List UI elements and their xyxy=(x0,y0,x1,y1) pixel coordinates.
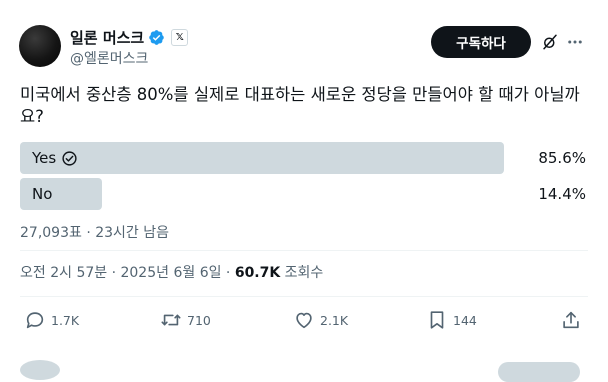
bookmark-button[interactable]: 144 xyxy=(426,309,477,331)
divider xyxy=(20,296,588,297)
poll-option-label: No xyxy=(32,185,53,203)
views-label: 조회수 xyxy=(280,265,324,281)
grok-icon[interactable] xyxy=(541,33,559,51)
poll-option-yes: Yes 85.6% xyxy=(20,142,586,174)
poll-percent-no: 14.4% xyxy=(538,185,586,203)
repost-icon xyxy=(161,314,181,326)
like-count: 2.1K xyxy=(320,312,349,328)
more-options-icon[interactable] xyxy=(566,33,584,51)
affiliate-badge-icon[interactable]: 𝕏 xyxy=(171,29,189,46)
next-avatar-partial xyxy=(20,360,60,380)
author-handle[interactable]: @엘론머스크 xyxy=(70,48,148,68)
subscribe-button[interactable]: 구독하다 xyxy=(431,26,531,58)
poll-label-yes: Yes xyxy=(32,142,78,174)
post-timestamp: 오전 2시 57분 · 2025년 6월 6일 · 60.7K 조회수 xyxy=(20,262,323,282)
author-display-name[interactable]: 일론 머스크 xyxy=(70,27,144,48)
like-button[interactable]: 2.1K xyxy=(293,309,348,331)
avatar[interactable] xyxy=(19,25,61,67)
poll-label-no: No xyxy=(32,178,52,210)
reply-count: 1.7K xyxy=(51,312,80,328)
divider xyxy=(20,250,588,251)
poll-bar-yes xyxy=(20,142,504,174)
repost-count: 710 xyxy=(187,312,211,328)
bookmark-count: 144 xyxy=(453,312,477,328)
reply-button[interactable]: 1.7K xyxy=(24,309,79,331)
poll-option-no: No 14.4% xyxy=(20,178,586,210)
post-text: 미국에서 중산층 80%를 실제로 대표하는 새로운 정당을 만들어야 할 때가… xyxy=(20,85,580,126)
verified-badge-icon[interactable] xyxy=(148,29,165,46)
share-button[interactable] xyxy=(560,309,582,331)
poll-meta: 27,093표 · 23시간 남음 xyxy=(20,225,170,241)
timestamp-text[interactable]: 오전 2시 57분 · 2025년 6월 6일 · xyxy=(20,265,235,281)
reply-icon xyxy=(26,312,44,329)
poll-option-label: Yes xyxy=(32,149,57,167)
views-count: 60.7K xyxy=(234,265,281,281)
check-circle-icon xyxy=(62,150,77,166)
poll-percent-yes: 85.6% xyxy=(538,149,586,167)
heart-icon xyxy=(296,312,312,329)
repost-button[interactable]: 710 xyxy=(160,309,211,331)
bookmark-icon xyxy=(430,311,444,329)
author-name-row: 일론 머스크 𝕏 xyxy=(70,27,189,48)
next-button-partial xyxy=(498,362,580,382)
share-icon xyxy=(563,311,579,329)
